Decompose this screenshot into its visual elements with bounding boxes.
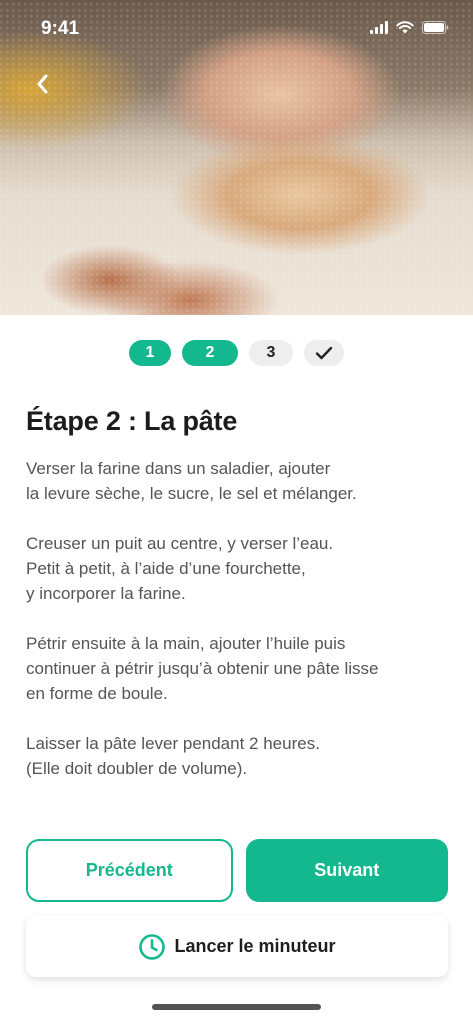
status-bar: 9:41 bbox=[0, 0, 473, 56]
home-indicator[interactable] bbox=[152, 1004, 321, 1010]
instruction-paragraph: Laisser la pâte lever pendant 2 heures. … bbox=[26, 731, 456, 781]
start-timer-label: Lancer le minuteur bbox=[174, 936, 336, 956]
step-chip-1[interactable]: 1 bbox=[129, 340, 171, 366]
step-chip-3[interactable]: 3 bbox=[249, 340, 293, 366]
instruction-paragraph: Pétrir ensuite à la main, ajouter l’huil… bbox=[26, 631, 456, 706]
battery-icon bbox=[422, 21, 449, 34]
instruction-line: en forme de boule. bbox=[26, 684, 168, 703]
back-arrow-icon bbox=[37, 74, 48, 94]
navigation-buttons: Précédent Suivant bbox=[26, 839, 448, 902]
status-time: 9:41 bbox=[41, 18, 80, 39]
start-timer-button[interactable]: Lancer le minuteur bbox=[26, 916, 448, 977]
instruction-line: Laisser la pâte lever pendant 2 heures. bbox=[26, 734, 320, 753]
checkmark-icon bbox=[315, 346, 333, 360]
step-chip-2[interactable]: 2 bbox=[182, 340, 238, 366]
instruction-line: (Elle doit doubler de volume). bbox=[26, 759, 248, 778]
instruction-paragraph: Creuser un puit au centre, y verser l’ea… bbox=[26, 531, 456, 606]
step-instructions: Verser la farine dans un saladier, ajout… bbox=[26, 456, 456, 806]
wifi-icon bbox=[396, 21, 414, 34]
instruction-line: continuer à pétrir jusqu’à obtenir une p… bbox=[26, 659, 379, 678]
cellular-signal-icon bbox=[370, 21, 388, 34]
instruction-line: Verser la farine dans un saladier, ajout… bbox=[26, 459, 331, 478]
instruction-line: Creuser un puit au centre, y verser l’ea… bbox=[26, 534, 334, 553]
next-button[interactable]: Suivant bbox=[245, 839, 448, 902]
instruction-paragraph: Verser la farine dans un saladier, ajout… bbox=[26, 456, 456, 506]
previous-button[interactable]: Précédent bbox=[26, 839, 233, 902]
clock-icon bbox=[139, 933, 166, 960]
instruction-line: Petit à petit, à l’aide d’une fourchette… bbox=[26, 559, 306, 578]
status-icons bbox=[370, 21, 449, 34]
step-title: Étape 2 : La pâte bbox=[26, 406, 238, 436]
step-progress: 1 2 3 bbox=[0, 340, 473, 366]
instruction-line: y incorporer la farine. bbox=[26, 584, 186, 603]
back-button[interactable] bbox=[22, 64, 62, 104]
instruction-line: Pétrir ensuite à la main, ajouter l’huil… bbox=[26, 634, 346, 653]
instruction-line: la levure sèche, le sucre, le sel et mél… bbox=[26, 484, 357, 503]
step-chip-done[interactable] bbox=[304, 340, 344, 366]
